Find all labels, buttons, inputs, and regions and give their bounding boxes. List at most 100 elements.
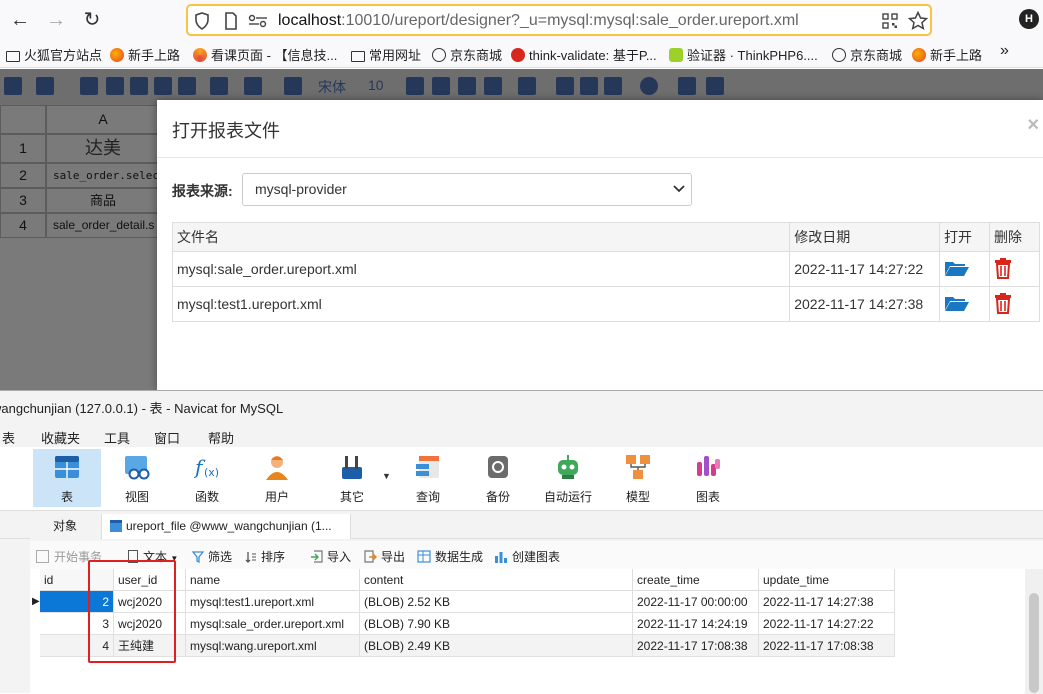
vertical-scrollbar[interactable] (1025, 569, 1043, 694)
bookmark-item[interactable]: 京东商城 (432, 45, 502, 64)
bookmark-item[interactable]: 火狐官方站点 (6, 45, 102, 64)
close-icon[interactable]: × (1027, 114, 1039, 137)
row-header[interactable]: 2 (0, 163, 46, 188)
trash-icon[interactable] (994, 292, 1012, 314)
grid-cell-content[interactable]: (BLOB) 7.90 KB (360, 613, 633, 635)
bookmark-item[interactable]: 新手上路 (110, 45, 180, 64)
redo-icon[interactable] (130, 77, 148, 95)
table-grid-icon[interactable] (4, 77, 22, 95)
column-header-name[interactable]: name (186, 569, 360, 591)
tab-objects[interactable]: 对象 (30, 514, 100, 539)
list-icon[interactable] (706, 77, 724, 95)
pie-chart-icon[interactable] (640, 77, 658, 95)
ribbon-button-user[interactable]: 用户 (243, 449, 311, 507)
undo-icon[interactable] (154, 77, 172, 95)
ribbon-button-view[interactable]: 视图 (103, 449, 171, 507)
row-header[interactable]: 1 (0, 134, 46, 163)
dataset-cell[interactable]: sale_order_detail.s (46, 213, 160, 238)
italic-icon[interactable] (432, 77, 450, 95)
image-icon[interactable] (580, 77, 598, 95)
filter-button[interactable]: 筛选 (191, 548, 232, 565)
grid-cell-update-time[interactable]: 2022-11-17 14:27:38 (759, 591, 895, 613)
column-header-create-time[interactable]: create_time (633, 569, 759, 591)
ribbon-button-model[interactable]: 模型 (604, 449, 672, 507)
ribbon-button-table[interactable]: 表 (33, 449, 101, 507)
save-icon[interactable] (36, 77, 54, 95)
export-button[interactable]: 导出 (364, 548, 405, 565)
bookmark-item[interactable]: 验证器 · ThinkPHP6.... (669, 45, 818, 64)
grid-cell-name[interactable]: mysql:sale_order.ureport.xml (186, 613, 360, 635)
brush-icon[interactable] (178, 77, 196, 95)
grid-cell-create-time[interactable]: 2022-11-17 14:24:19 (633, 613, 759, 635)
grid-cell-content[interactable]: (BLOB) 2.49 KB (360, 635, 633, 657)
tab-table[interactable]: ureport_file @www_wangchunjian (1... (101, 514, 351, 539)
menu-item[interactable]: 帮助 (208, 428, 234, 447)
avatar[interactable]: H (1019, 9, 1039, 29)
dropdown-arrow-icon[interactable]: ▼ (382, 471, 391, 481)
folder-open-icon[interactable] (944, 294, 970, 312)
grid-cell-update-time[interactable]: 2022-11-17 17:08:38 (759, 635, 895, 657)
trash-icon[interactable] (994, 257, 1012, 279)
page-icon[interactable] (224, 12, 238, 30)
permissions-icon[interactable] (248, 14, 268, 28)
shield-icon[interactable] (194, 12, 210, 30)
grid-cell-name[interactable]: mysql:wang.ureport.xml (186, 635, 360, 657)
menu-item[interactable]: 窗口 (154, 428, 180, 447)
border-icon[interactable] (284, 77, 302, 95)
import-button[interactable]: 导入 (310, 548, 351, 565)
settings-icon[interactable] (678, 77, 696, 95)
address-bar[interactable]: localhost:10010/ureport/designer?_u=mysq… (186, 4, 932, 36)
bold-icon[interactable] (406, 77, 424, 95)
grid-cell-update-time[interactable]: 2022-11-17 14:27:22 (759, 613, 895, 635)
font-size-select[interactable]: 10 (368, 77, 384, 93)
align-icon[interactable] (210, 77, 228, 95)
bookmarks-overflow-button[interactable]: » (1000, 42, 1009, 60)
underline-icon[interactable] (458, 77, 476, 95)
ribbon-button-other[interactable]: 其它 ▼ (318, 449, 391, 507)
ribbon-button-automation[interactable]: 自动运行 (534, 449, 602, 507)
grid-cell-create-time[interactable]: 2022-11-17 17:08:38 (633, 635, 759, 657)
barcode-icon[interactable] (604, 77, 622, 95)
row-height-icon[interactable] (244, 77, 262, 95)
bookmark-star-icon[interactable] (908, 11, 928, 31)
grid-cell-name[interactable]: mysql:test1.ureport.xml (186, 591, 360, 613)
preview-icon[interactable] (106, 77, 124, 95)
merge-icon[interactable] (556, 77, 574, 95)
forward-icon[interactable]: → (44, 8, 68, 32)
bookmark-item[interactable]: 常用网址 (351, 45, 421, 64)
menu-item[interactable]: 工具 (104, 428, 130, 447)
header-cell[interactable]: 商品 (46, 188, 160, 213)
bookmark-item[interactable]: think-validate: 基于P... (511, 45, 657, 64)
dataset-cell[interactable]: sale_order.select (46, 163, 160, 188)
bookmark-item[interactable]: 看课页面 - 【信息技... (193, 45, 337, 64)
create-chart-button[interactable]: 创建图表 (494, 548, 560, 565)
data-generation-button[interactable]: 数据生成 (417, 548, 483, 565)
source-select[interactable]: mysql-provider (242, 173, 692, 206)
folder-open-icon[interactable] (944, 259, 970, 277)
ribbon-button-chart[interactable]: 图表 (674, 449, 742, 507)
back-icon[interactable]: ← (8, 8, 32, 32)
column-header[interactable]: A (46, 105, 160, 134)
grid-cell-create-time[interactable]: 2022-11-17 00:00:00 (633, 591, 759, 613)
bookmark-item[interactable]: 京东商城 (832, 45, 902, 64)
fill-color-icon[interactable] (484, 77, 502, 95)
menu-item[interactable]: 收藏夹 (41, 428, 80, 447)
bookmark-item[interactable]: 新手上路 (912, 45, 982, 64)
open-folder-icon[interactable] (80, 77, 98, 95)
ribbon-button-backup[interactable]: 备份 (464, 449, 532, 507)
font-name-select[interactable]: 宋体 (318, 77, 346, 97)
grid-cell-content[interactable]: (BLOB) 2.52 KB (360, 591, 633, 613)
ribbon-button-function[interactable]: f (x) 函数 (173, 449, 241, 507)
ribbon-button-query[interactable]: 查询 (394, 449, 462, 507)
qr-code-icon[interactable] (882, 13, 898, 29)
reload-icon[interactable]: ↻ (80, 8, 104, 32)
column-header-update-time[interactable]: update_time (759, 569, 895, 591)
font-color-icon[interactable] (518, 77, 536, 95)
row-header[interactable]: 4 (0, 213, 46, 238)
column-header-content[interactable]: content (360, 569, 633, 591)
menu-item[interactable]: 表 (2, 428, 15, 447)
row-header[interactable]: 3 (0, 188, 46, 213)
sort-button[interactable]: 排序 (245, 548, 285, 565)
title-cell[interactable]: 达美 (46, 134, 160, 163)
scrollbar-thumb[interactable] (1029, 593, 1039, 693)
